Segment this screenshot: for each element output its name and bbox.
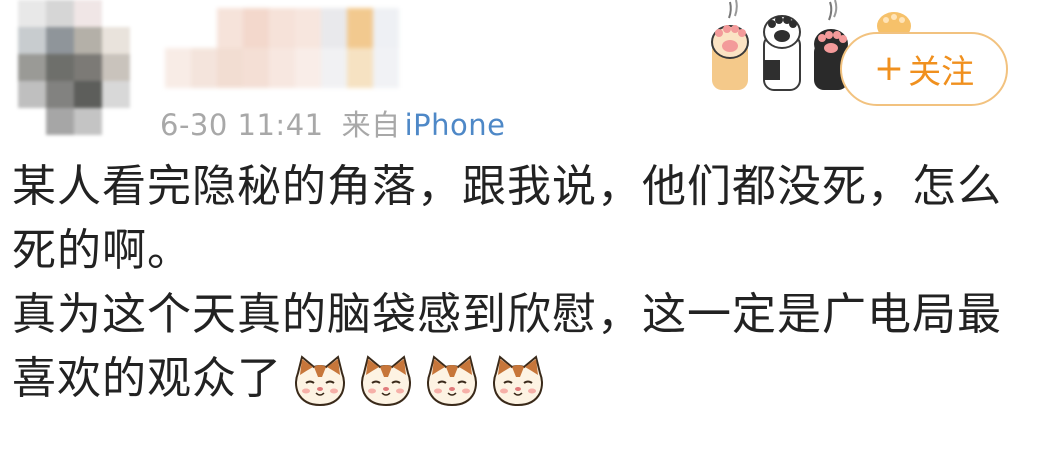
paw-orange-icon (711, 25, 749, 90)
plus-icon: + (873, 48, 905, 89)
weibo-post-card: 6-30 11:41 来自 iPhone + 关注 某人看完隐秘的角落，跟我说，… (0, 0, 1037, 454)
cat-face-icon (493, 355, 543, 407)
post-meta: 6-30 11:41 来自 iPhone (160, 102, 506, 144)
paw-calico-icon (763, 15, 801, 91)
post-content: 某人看完隐秘的角落，跟我说，他们都没死，怎么死的啊。 真为这个天真的脑袋感到欣慰… (12, 155, 1022, 411)
cat-face-icon (427, 355, 477, 407)
post-timestamp: 6-30 11:41 (160, 108, 324, 142)
follow-button[interactable]: + 关注 (840, 32, 1008, 106)
emoji-row (292, 355, 546, 407)
cat-face-icon (361, 355, 411, 407)
source-prefix: 来自 (341, 108, 401, 142)
username-redacted[interactable] (165, 8, 425, 88)
cat-face-icon (295, 355, 345, 407)
source-device-link[interactable]: iPhone (405, 108, 506, 142)
avatar[interactable] (18, 0, 130, 135)
post-paragraph-1: 某人看完隐秘的角落，跟我说，他们都没死，怎么死的啊。 (12, 161, 1002, 276)
post-paragraph-2-wrapper: 真为这个天真的脑袋感到欣慰，这一定是广电局最喜欢的观众了 (12, 283, 1022, 411)
follow-button-label: 关注 (908, 52, 975, 91)
